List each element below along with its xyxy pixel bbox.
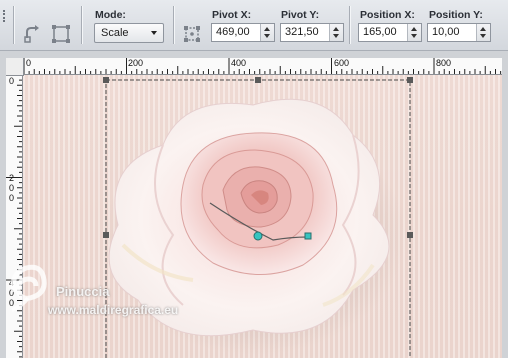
- pinuccia-logo: [10, 264, 47, 312]
- pivot-y-value: 321,50: [285, 26, 319, 38]
- spin-down-icon[interactable]: [333, 34, 339, 38]
- ruler-label-600: 600: [334, 58, 350, 68]
- mode-dropdown[interactable]: Scale: [94, 23, 164, 43]
- toolbar-separator: [173, 6, 174, 44]
- pivot-y-label: Pivot Y:: [281, 9, 320, 21]
- vertical-ruler[interactable]: 0 2 0 0 4 0 0: [6, 75, 23, 358]
- horizontal-ruler[interactable]: 0 200 400 600 800: [6, 58, 502, 75]
- position-x-spinner[interactable]: [407, 24, 421, 41]
- ruler-label-200: 200: [128, 58, 144, 68]
- pivot-x-label: Pivot X:: [212, 9, 252, 21]
- vertical-ruler-ticks: [6, 75, 22, 358]
- pivot-x-spinner[interactable]: [260, 24, 274, 41]
- position-y-value: 10,00: [432, 26, 460, 38]
- toolbar-grip[interactable]: [3, 10, 8, 22]
- pivot-x-field[interactable]: 469,00: [211, 23, 275, 42]
- chevron-down-icon: [151, 31, 157, 35]
- position-x-label: Position X:: [360, 9, 415, 21]
- pivot-y-spinner[interactable]: [329, 24, 343, 41]
- mode-dropdown-value: Scale: [101, 27, 129, 39]
- spin-down-icon[interactable]: [411, 34, 417, 38]
- horizontal-ruler-ticks: [23, 58, 502, 74]
- spin-up-icon[interactable]: [411, 27, 417, 31]
- mode-label: Mode:: [95, 9, 126, 21]
- position-y-field[interactable]: 10,00: [427, 23, 491, 42]
- tool-options-bar: Mode: Scale Pivot X: 469,00 Pivot Y: 321…: [0, 0, 508, 51]
- toolbar-separator: [13, 6, 14, 44]
- watermark-url: www.maldiregrafica.eu: [48, 303, 179, 317]
- perspective-tool-icon[interactable]: [50, 23, 72, 45]
- spin-up-icon[interactable]: [333, 27, 339, 31]
- pick-mode-icon[interactable]: [181, 23, 203, 45]
- pivot-y-field[interactable]: 321,50: [280, 23, 344, 42]
- position-y-label: Position Y:: [429, 9, 483, 21]
- rotate-tool-icon[interactable]: [22, 23, 44, 45]
- ruler-label-v-0: 0: [9, 76, 15, 86]
- spin-down-icon[interactable]: [264, 34, 270, 38]
- position-x-field[interactable]: 165,00: [358, 23, 422, 42]
- spin-up-icon[interactable]: [480, 27, 486, 31]
- toolbar-separator: [81, 6, 82, 44]
- spin-down-icon[interactable]: [480, 34, 486, 38]
- toolbar-separator: [349, 6, 350, 44]
- spin-up-icon[interactable]: [264, 27, 270, 31]
- ruler-label-800: 800: [436, 58, 452, 68]
- position-y-spinner[interactable]: [476, 24, 490, 41]
- position-x-value: 165,00: [363, 26, 397, 38]
- ruler-corner: [6, 58, 24, 76]
- ruler-label-v-200: 2 0 0: [9, 173, 15, 203]
- ruler-label-400: 400: [231, 58, 247, 68]
- watermark-name: Pinuccia: [56, 284, 110, 299]
- ruler-label-0: 0: [26, 58, 32, 68]
- pivot-x-value: 469,00: [216, 26, 250, 38]
